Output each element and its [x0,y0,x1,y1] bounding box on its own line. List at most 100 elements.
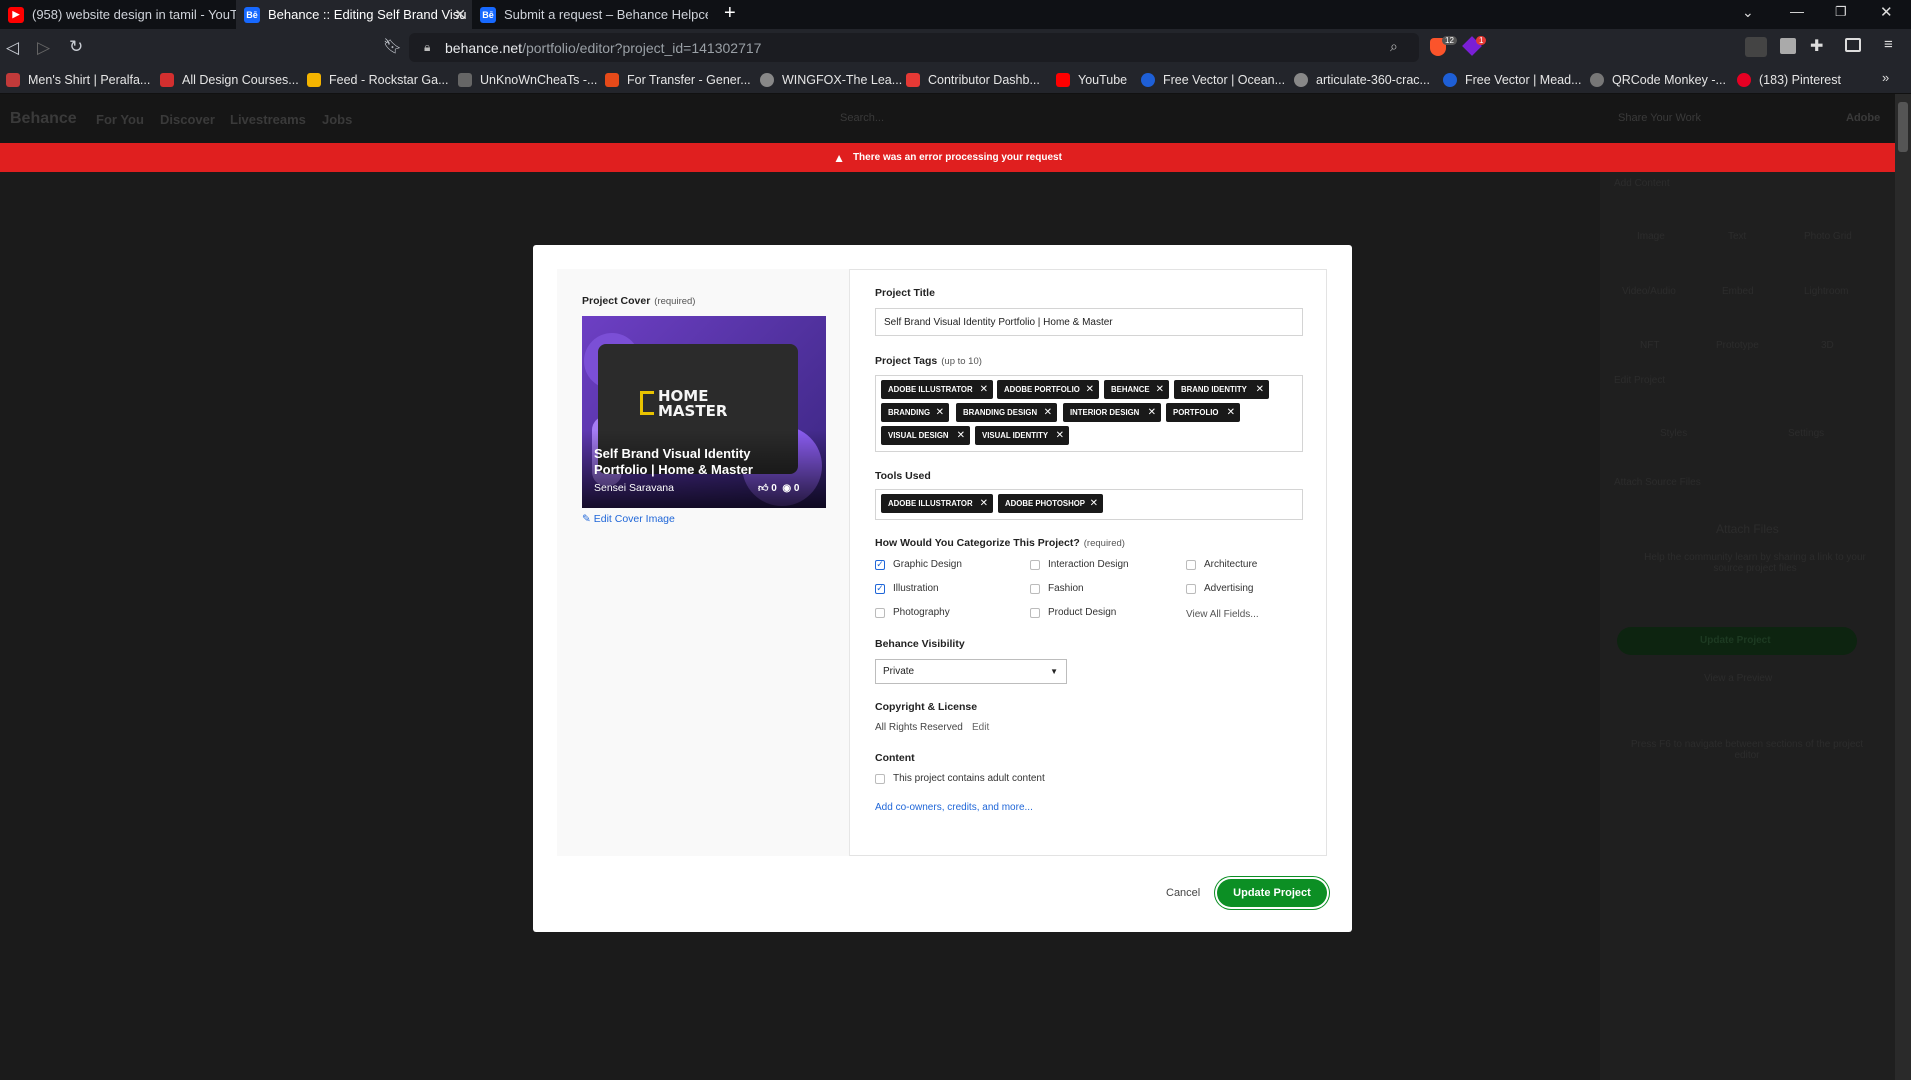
visibility-select[interactable]: Private ▼ [875,659,1067,684]
checkbox[interactable] [875,607,885,618]
remove-tag-icon[interactable]: ✕ [1156,384,1164,395]
scrollbar-thumb[interactable] [1898,102,1908,152]
cancel-button[interactable]: Cancel [1166,887,1200,899]
remove-tag-icon[interactable]: ✕ [957,430,965,441]
add-coowners-link[interactable]: Add co-owners, credits, and more... [875,802,1033,813]
category-product-design[interactable]: Product Design [1030,607,1116,618]
project-tags-label: Project Tags (up to 10) [875,355,982,367]
project-title-input[interactable]: Self Brand Visual Identity Portfolio | H… [875,308,1303,336]
category-architecture[interactable]: Architecture [1186,559,1257,570]
reload-icon[interactable]: ↻ [69,37,83,57]
tab-search-chevron-icon[interactable]: ⌄ [1742,4,1754,21]
menu-icon[interactable]: ≡ [1884,36,1893,53]
remove-tag-icon[interactable]: ✕ [1227,407,1235,418]
forward-arrow-icon[interactable]: ▷ [37,38,50,58]
back-arrow-icon[interactable]: ◁ [6,38,19,58]
remove-tag-icon[interactable]: ✕ [1056,430,1064,441]
remove-tag-icon[interactable]: ✕ [936,407,944,418]
bookmark-icon[interactable]: 🔖︎ [383,37,402,57]
browser-tab-youtube[interactable]: ▶ (958) website design in tamil - YouTub [0,0,236,29]
add-photo-grid-button[interactable]: Photo Grid [1804,231,1852,242]
edit-cover-link[interactable]: ✎ Edit Cover Image [582,513,675,525]
maximize-icon[interactable]: ❐ [1835,4,1847,20]
add-video-button[interactable]: Video/Audio [1622,286,1676,297]
add-nft-button[interactable]: NFT [1640,340,1659,351]
window-close-icon[interactable]: ✕ [1880,3,1893,21]
browser-tab-helpcenter[interactable]: Bē Submit a request – Behance Helpcente [472,0,708,29]
close-icon[interactable]: ✕ [454,6,466,23]
checkbox[interactable] [1030,607,1040,618]
styles-button[interactable]: Styles [1660,428,1687,439]
remove-tag-icon[interactable]: ✕ [1148,407,1156,418]
view-preview-link[interactable]: View a Preview [1704,673,1772,684]
category-graphic-design[interactable]: ✓ Graphic Design [875,559,962,570]
browser-tab-bar: ▶ (958) website design in tamil - YouTub… [0,0,1911,29]
share-work-button[interactable]: Share Your Work [1618,112,1701,124]
checkbox-checked[interactable]: ✓ [875,583,885,594]
extension-off-icon[interactable] [1745,37,1767,57]
zoom-icon[interactable]: ⌕ [1390,38,1398,55]
bookmark-item[interactable]: Free Vector | Ocean... [1141,71,1285,89]
search-input[interactable]: Search... [840,112,884,124]
bookmark-item[interactable]: All Design Courses... [160,71,299,89]
url-text[interactable]: behance.net/portfolio/editor?project_id=… [445,40,761,56]
remove-tool-icon[interactable]: ✕ [980,498,988,509]
remove-tag-icon[interactable]: ✕ [980,384,988,395]
copyright-edit-link[interactable]: Edit [972,722,989,733]
attach-files-button[interactable]: Attach Files [1716,522,1779,536]
add-text-button[interactable]: Text [1728,231,1746,242]
adobe-link[interactable]: Adobe [1846,112,1880,124]
checkbox-checked[interactable]: ✓ [875,559,885,570]
add-3d-button[interactable]: 3D [1821,340,1834,351]
category-interaction-design[interactable]: Interaction Design [1030,559,1129,570]
category-illustration[interactable]: ✓ Illustration [875,583,939,594]
browser-tab-behance-editor[interactable]: Bē Behance :: Editing Self Brand Visu ✕ [236,0,472,29]
adult-content-option[interactable]: This project contains adult content [875,773,1045,784]
category-photography[interactable]: Photography [875,607,950,618]
add-embed-button[interactable]: Embed [1722,286,1754,297]
settings-button[interactable]: Settings [1788,428,1824,439]
minimize-icon[interactable]: — [1790,3,1804,19]
bookmark-item[interactable]: Men's Shirt | Peralfa... [6,71,150,89]
add-prototype-button[interactable]: Prototype [1716,340,1759,351]
bookmark-item[interactable]: YouTube [1056,71,1127,89]
wallet-icon[interactable] [1845,38,1861,52]
bookmark-item[interactable]: WINGFOX-The Lea... [760,71,902,89]
checkbox[interactable] [1186,583,1196,594]
bookmark-item[interactable]: Contributor Dashb... [906,71,1040,89]
category-fashion[interactable]: Fashion [1030,583,1084,594]
checkbox[interactable] [1186,559,1196,570]
bookmark-item[interactable]: UnKnoWnCheaTs -... [458,71,597,89]
add-lightroom-button[interactable]: Lightroom [1804,286,1848,297]
extension-icon[interactable] [1780,38,1796,54]
remove-tool-icon[interactable]: ✕ [1090,498,1098,509]
remove-tag-icon[interactable]: ✕ [1044,407,1052,418]
bookmark-item[interactable]: QRCode Monkey -... [1590,71,1726,89]
view-all-fields-link[interactable]: View All Fields... [1186,609,1259,620]
category-advertising[interactable]: Advertising [1186,583,1253,594]
behance-logo[interactable]: Behance [10,110,77,128]
nav-for-you[interactable]: For You [96,112,144,127]
bookmark-item[interactable]: Free Vector | Mead... [1443,71,1582,89]
bookmark-item[interactable]: For Transfer - Gener... [605,71,751,89]
extensions-puzzle-icon[interactable]: ✚ [1810,36,1823,56]
new-tab-plus-icon[interactable]: + [724,2,736,25]
more-bookmarks-icon[interactable]: » [1882,70,1889,85]
bookmark-item[interactable]: Feed - Rockstar Ga... [307,71,448,89]
nav-discover[interactable]: Discover [160,112,215,127]
bookmark-label: Contributor Dashb... [928,73,1040,87]
remove-tag-icon[interactable]: ✕ [1256,384,1264,395]
checkbox[interactable] [1030,583,1040,594]
bookmark-item[interactable]: (183) Pinterest [1737,71,1841,89]
nav-jobs[interactable]: Jobs [322,112,352,127]
remove-tag-icon[interactable]: ✕ [1086,384,1094,395]
add-image-button[interactable]: Image [1637,231,1665,242]
url-host: behance.net [445,40,523,56]
lock-icon[interactable]: 🔒︎ [424,40,430,55]
page-scrollbar[interactable] [1895,94,1911,1080]
bookmark-item[interactable]: articulate-360-crac... [1294,71,1430,89]
checkbox[interactable] [875,773,885,784]
nav-livestreams[interactable]: Livestreams [230,112,306,127]
checkbox[interactable] [1030,559,1040,570]
update-project-button[interactable]: Update Project [1217,879,1327,907]
